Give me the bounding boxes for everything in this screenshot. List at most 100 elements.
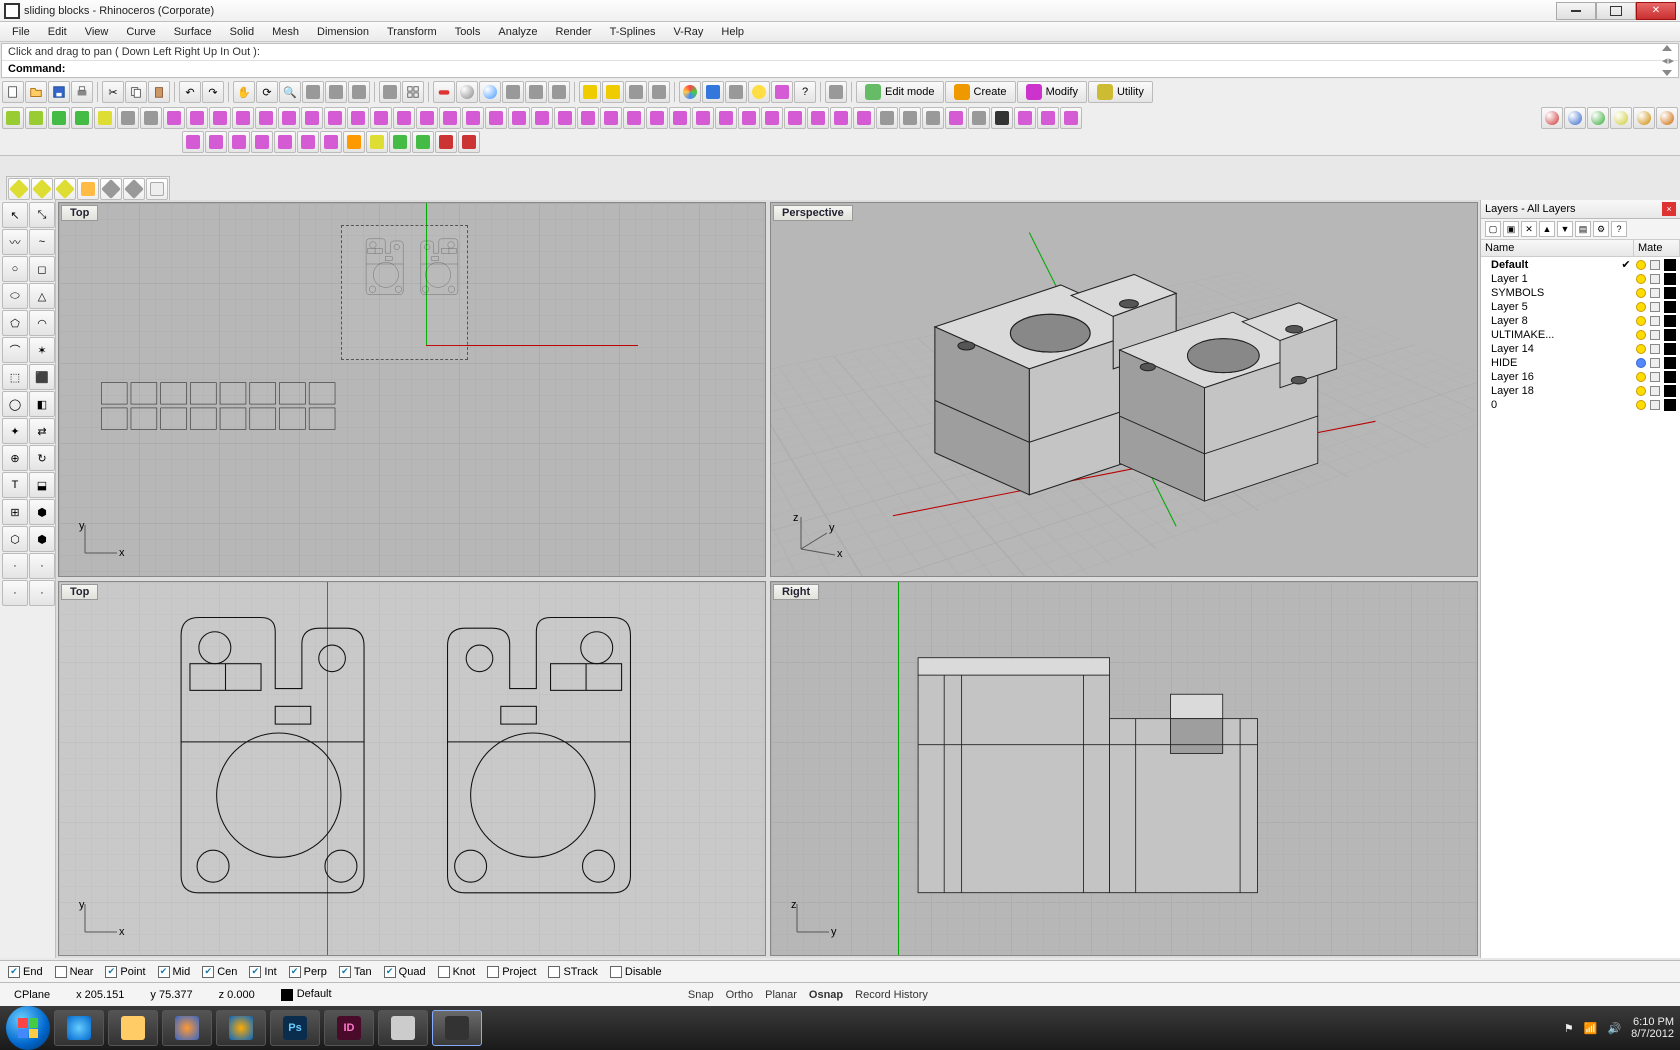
taskbar-app[interactable] bbox=[378, 1010, 428, 1046]
menu-curve[interactable]: Curve bbox=[118, 24, 163, 40]
minimize-button[interactable] bbox=[1556, 2, 1596, 20]
layer-row[interactable]: SYMBOLS bbox=[1481, 286, 1680, 300]
layer-lock-icon[interactable] bbox=[1650, 358, 1660, 368]
palette-tool-0[interactable]: ↖ bbox=[2, 202, 28, 228]
palette-tool-16[interactable]: ✦ bbox=[2, 418, 28, 444]
palette-tool-14[interactable]: ◯ bbox=[2, 391, 28, 417]
ts-tool-32[interactable] bbox=[738, 107, 760, 129]
palette-tool-6[interactable]: ⬭ bbox=[2, 283, 28, 309]
menu-file[interactable]: File bbox=[4, 24, 38, 40]
tray-time[interactable]: 6:10 PM bbox=[1631, 1016, 1674, 1028]
save-icon[interactable] bbox=[48, 81, 70, 103]
start-button[interactable] bbox=[6, 1006, 50, 1050]
ts-tool-7[interactable] bbox=[163, 107, 185, 129]
layer-row[interactable]: 0 bbox=[1481, 398, 1680, 412]
ts-tool-9[interactable] bbox=[209, 107, 231, 129]
menu-tools[interactable]: Tools bbox=[447, 24, 489, 40]
ts-tool-5[interactable] bbox=[117, 107, 139, 129]
ts-tool-13[interactable] bbox=[301, 107, 323, 129]
layer-list[interactable]: Default✔Layer 1SYMBOLSLayer 5Layer 8ULTI… bbox=[1481, 257, 1680, 958]
ts-tool-1[interactable] bbox=[25, 107, 47, 129]
layer-visibility-icon[interactable] bbox=[1636, 330, 1646, 340]
layer-row[interactable]: Layer 14 bbox=[1481, 342, 1680, 356]
sel-gold3-icon[interactable] bbox=[54, 178, 76, 200]
render-icon[interactable] bbox=[479, 81, 501, 103]
vray-sphere-0[interactable] bbox=[1541, 107, 1563, 129]
ts-tool-12[interactable] bbox=[278, 107, 300, 129]
ts-tool-8[interactable] bbox=[186, 107, 208, 129]
layers-close-icon[interactable]: × bbox=[1662, 202, 1676, 216]
unlock-icon[interactable] bbox=[648, 81, 670, 103]
osnap-mid[interactable]: ✔Mid bbox=[158, 966, 191, 978]
palette-tool-17[interactable]: ⇄ bbox=[29, 418, 55, 444]
taskbar-ie[interactable] bbox=[54, 1010, 104, 1046]
layer-visibility-icon[interactable] bbox=[1636, 288, 1646, 298]
delete-layer-icon[interactable]: ✕ bbox=[1521, 221, 1537, 237]
layer-color-swatch[interactable] bbox=[1664, 371, 1676, 383]
palette-tool-10[interactable]: ⌒ bbox=[2, 337, 28, 363]
layer-filter-icon[interactable]: ▤ bbox=[1575, 221, 1591, 237]
palette-tool-24[interactable]: ⬡ bbox=[2, 526, 28, 552]
menu-analyze[interactable]: Analyze bbox=[490, 24, 545, 40]
viewport-label[interactable]: Top bbox=[61, 205, 98, 221]
palette-tool-7[interactable]: △ bbox=[29, 283, 55, 309]
ts-tool2-7[interactable] bbox=[343, 131, 365, 153]
palette-tool-19[interactable]: ↻ bbox=[29, 445, 55, 471]
layer-lock-icon[interactable] bbox=[1650, 260, 1660, 270]
material-icon[interactable] bbox=[771, 81, 793, 103]
ts-tool-40[interactable] bbox=[922, 107, 944, 129]
palette-tool-29[interactable]: · bbox=[29, 580, 55, 606]
palette-tool-5[interactable]: ◻ bbox=[29, 256, 55, 282]
palette-tool-28[interactable]: · bbox=[2, 580, 28, 606]
menu-edit[interactable]: Edit bbox=[40, 24, 75, 40]
pan-icon[interactable]: ✋ bbox=[233, 81, 255, 103]
col-name[interactable]: Name bbox=[1481, 240, 1634, 256]
ts-tool-10[interactable] bbox=[232, 107, 254, 129]
palette-tool-20[interactable]: T bbox=[2, 472, 28, 498]
osnap-strack[interactable]: STrack bbox=[548, 966, 597, 978]
ts-tool-17[interactable] bbox=[393, 107, 415, 129]
move-up-icon[interactable]: ▲ bbox=[1539, 221, 1555, 237]
taskbar-firefox[interactable] bbox=[162, 1010, 212, 1046]
layer-lock-icon[interactable] bbox=[1650, 400, 1660, 410]
viewport-label[interactable]: Right bbox=[773, 584, 819, 600]
ts-tool-0[interactable] bbox=[2, 107, 24, 129]
ts-tool-18[interactable] bbox=[416, 107, 438, 129]
layer-color-swatch[interactable] bbox=[1664, 273, 1676, 285]
palette-tool-1[interactable]: ⤡ bbox=[29, 202, 55, 228]
layer-lock-icon[interactable] bbox=[1650, 288, 1660, 298]
vray-sphere-1[interactable] bbox=[1564, 107, 1586, 129]
viewport-label[interactable]: Perspective bbox=[773, 205, 853, 221]
tsplines-modify[interactable]: Modify bbox=[1017, 81, 1087, 103]
sel-gold-icon[interactable] bbox=[8, 178, 30, 200]
ts-tool2-8[interactable] bbox=[366, 131, 388, 153]
layer-lock-icon[interactable] bbox=[1650, 316, 1660, 326]
col-material[interactable]: Mate bbox=[1634, 240, 1680, 256]
ts-tool-37[interactable] bbox=[853, 107, 875, 129]
menu-vray[interactable]: V-Ray bbox=[665, 24, 711, 40]
selection-filter-toolbar[interactable] bbox=[6, 176, 170, 202]
close-button[interactable]: ✕ bbox=[1636, 2, 1676, 20]
viewport-top-close[interactable]: Top bbox=[58, 581, 766, 956]
layer-color-swatch[interactable] bbox=[1664, 357, 1676, 369]
layer-color-swatch[interactable] bbox=[1664, 343, 1676, 355]
ts-tool-16[interactable] bbox=[370, 107, 392, 129]
hide-icon[interactable] bbox=[579, 81, 601, 103]
osnap-cen[interactable]: ✔Cen bbox=[202, 966, 237, 978]
palette-tool-18[interactable]: ⊕ bbox=[2, 445, 28, 471]
layer-visibility-icon[interactable] bbox=[1636, 372, 1646, 382]
tsplines-utility[interactable]: Utility bbox=[1088, 81, 1153, 103]
wireframe-icon[interactable] bbox=[548, 81, 570, 103]
ts-tool-33[interactable] bbox=[761, 107, 783, 129]
osnap-knot[interactable]: Knot bbox=[438, 966, 476, 978]
command-scroll-up[interactable] bbox=[1662, 45, 1672, 51]
undo-icon[interactable]: ↶ bbox=[179, 81, 201, 103]
rotate-view-icon[interactable]: ⟳ bbox=[256, 81, 278, 103]
taskbar-rhino[interactable] bbox=[432, 1010, 482, 1046]
menu-render[interactable]: Render bbox=[548, 24, 600, 40]
ts-tool-25[interactable] bbox=[577, 107, 599, 129]
ts-tool-23[interactable] bbox=[531, 107, 553, 129]
open-icon[interactable] bbox=[25, 81, 47, 103]
ts-tool-21[interactable] bbox=[485, 107, 507, 129]
ts-tool2-1[interactable] bbox=[205, 131, 227, 153]
